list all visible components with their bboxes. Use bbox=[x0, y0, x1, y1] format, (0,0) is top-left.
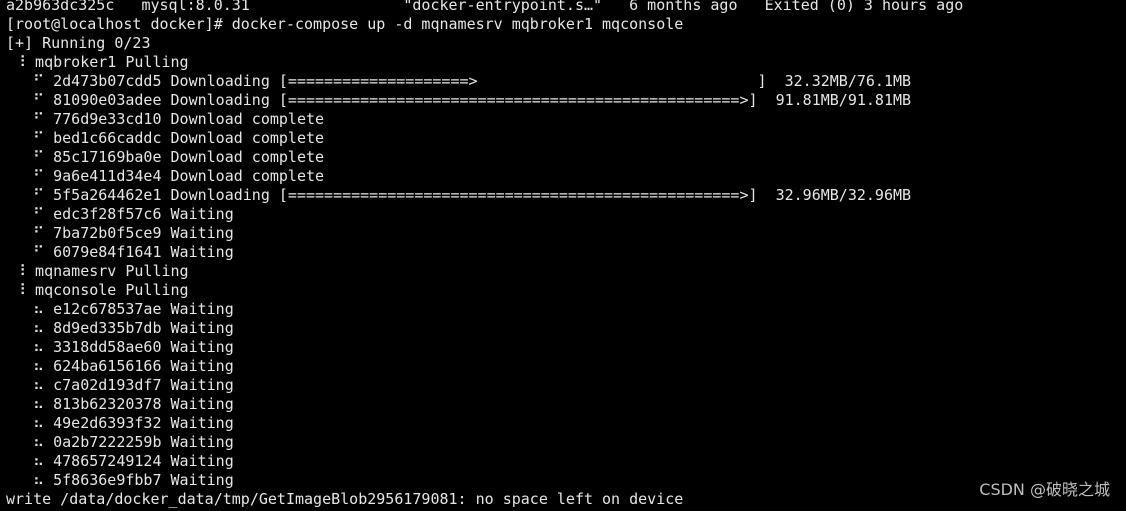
service-mqnamesrv: ⠸ mqnamesrv Pulling bbox=[6, 262, 189, 280]
layer-row: ⠦ 624ba6156166 Waiting bbox=[6, 357, 234, 375]
layer-row: ⠦ 813b62320378 Waiting bbox=[6, 395, 234, 413]
layer-row: ⠦ 49e2d6393f32 Waiting bbox=[6, 414, 234, 432]
command-line: [root@localhost docker]# docker-compose … bbox=[6, 15, 684, 33]
layer-row: ⠦ 5f8636e9fbb7 Waiting bbox=[6, 471, 234, 489]
layer-row: ⠋ 81090e03adee Downloading [============… bbox=[6, 91, 912, 109]
layer-row: ⠋ bed1c66caddc Download complete bbox=[6, 129, 325, 147]
layer-row: ⠦ e12c678537ae Waiting bbox=[6, 300, 234, 318]
layer-row: ⠋ 5f5a264462e1 Downloading [============… bbox=[6, 186, 912, 204]
service-mqconsole: ⠸ mqconsole Pulling bbox=[6, 281, 189, 299]
container-row: a2b963dc325c mysql:8.0.31 "docker-entryp… bbox=[6, 0, 964, 14]
layer-row: ⠋ 9a6e411d34e4 Download complete bbox=[6, 167, 325, 185]
layer-row: ⠋ 6079e84f1641 Waiting bbox=[6, 243, 234, 261]
layer-row: ⠋ edc3f28f57c6 Waiting bbox=[6, 205, 234, 223]
layer-row: ⠦ 0a2b7222259b Waiting bbox=[6, 433, 234, 451]
layer-row: ⠋ 776d9e33cd10 Download complete bbox=[6, 110, 325, 128]
terminal-window[interactable]: a2b963dc325c mysql:8.0.31 "docker-entryp… bbox=[0, 0, 1126, 509]
layer-row: ⠦ c7a02d193df7 Waiting bbox=[6, 376, 234, 394]
layer-row: ⠋ 7ba72b0f5ce9 Waiting bbox=[6, 224, 234, 242]
running-status: [+] Running 0/23 bbox=[6, 34, 151, 52]
layer-row: ⠦ 8d9ed335b7db Waiting bbox=[6, 319, 234, 337]
layer-row: ⠦ 3318dd58ae60 Waiting bbox=[6, 338, 234, 356]
layer-row: ⠋ 85c17169ba0e Download complete bbox=[6, 148, 325, 166]
error-message: write /data/docker_data/tmp/GetImageBlob… bbox=[6, 490, 684, 508]
layer-row: ⠦ 478657249124 Waiting bbox=[6, 452, 234, 470]
terminal-output: a2b963dc325c mysql:8.0.31 "docker-entryp… bbox=[6, 0, 1126, 509]
layer-row: ⠋ 2d473b07cdd5 Downloading [============… bbox=[6, 72, 912, 90]
watermark: CSDN @破晓之城 bbox=[979, 480, 1110, 499]
service-mqbroker1: ⠸ mqbroker1 Pulling bbox=[6, 53, 189, 71]
